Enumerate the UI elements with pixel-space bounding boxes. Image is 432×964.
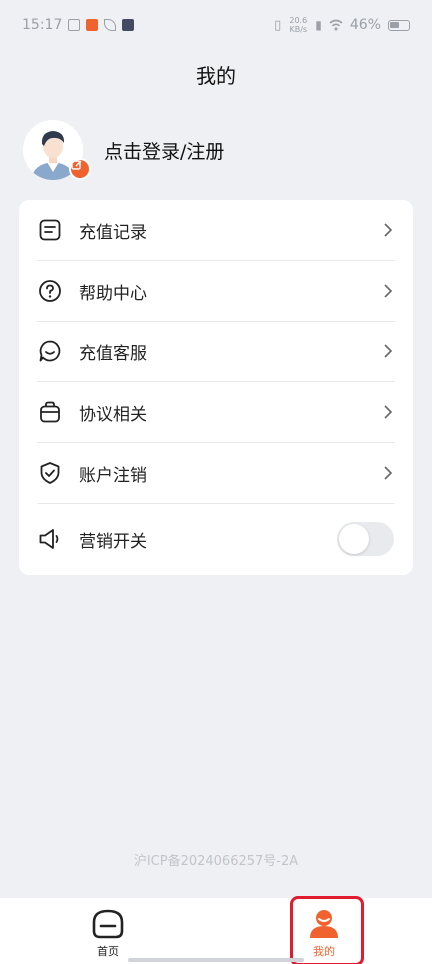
menu-item-recharge-service[interactable]: 充值客服 — [19, 321, 413, 381]
menu-item-account-cancel[interactable]: 账户注销 — [19, 443, 413, 503]
home-icon — [92, 909, 124, 939]
nav-tab-home[interactable]: 首页 — [68, 898, 148, 964]
login-register-link[interactable]: 点击登录/注册 — [104, 137, 224, 164]
marketing-toggle-label: 营销开关 — [79, 531, 147, 552]
leaf-icon — [104, 19, 117, 31]
menu-item-label: 账户注销 — [79, 465, 147, 486]
menu-item-marketing: 营销开关 — [19, 506, 413, 572]
status-time: 15:17 — [22, 17, 63, 33]
status-bar: 15:17 ▯ 20.6 KB/s ▮ 46% — [0, 0, 432, 50]
marketing-toggle[interactable] — [337, 522, 394, 556]
network-speed: 20.6 KB/s — [289, 16, 308, 34]
status-left: 15:17 — [22, 17, 135, 33]
page-title: 我的 — [196, 64, 236, 88]
menu-item-label: 协议相关 — [79, 404, 147, 425]
wifi-icon — [329, 19, 343, 31]
home-indicator — [128, 958, 304, 962]
play-icon — [122, 19, 135, 31]
chevron-right-icon — [384, 405, 393, 419]
menu-item-help-center[interactable]: 帮助中心 — [19, 261, 413, 321]
vibrate-icon: ▯ — [274, 17, 282, 33]
menu-card: 充值记录 帮助中心 充值客服 协议相关 账户注销 营销开关 — [19, 200, 413, 575]
menu-item-label: 帮助中心 — [79, 283, 147, 304]
chevron-right-icon — [384, 284, 393, 298]
menu-item-label: 充值客服 — [79, 343, 147, 364]
avatar[interactable] — [23, 120, 91, 180]
chevron-right-icon — [384, 466, 393, 480]
profile-section[interactable]: 点击登录/注册 — [23, 120, 224, 180]
menu-item-recharge-record[interactable]: 充值记录 — [19, 200, 413, 260]
chevron-right-icon — [384, 344, 393, 358]
menu-item-label: 充值记录 — [79, 222, 147, 243]
mail-icon — [68, 19, 81, 31]
chat-icon — [39, 340, 61, 362]
nav-label-home: 首页 — [97, 945, 119, 958]
status-right: ▯ 20.6 KB/s ▮ 46% — [274, 16, 410, 34]
document-icon — [39, 219, 61, 241]
divider — [37, 503, 395, 504]
shield-icon — [40, 462, 60, 484]
menu-item-agreements[interactable]: 协议相关 — [19, 382, 413, 442]
battery-icon — [388, 19, 410, 31]
speaker-icon — [39, 529, 59, 549]
app-notification-icon — [86, 19, 99, 31]
bag-icon — [40, 401, 60, 423]
edit-icon[interactable] — [69, 158, 91, 180]
question-icon — [39, 280, 61, 302]
nfc-icon: ▮ — [315, 18, 322, 32]
chevron-right-icon — [384, 223, 393, 237]
toggle-knob — [339, 524, 369, 554]
battery-percent: 46% — [349, 17, 381, 33]
selection-highlight — [290, 896, 364, 964]
icp-number: 沪ICP备2024066257号-2A — [133, 854, 299, 869]
bottom-nav: 首页 我的 — [0, 898, 432, 964]
